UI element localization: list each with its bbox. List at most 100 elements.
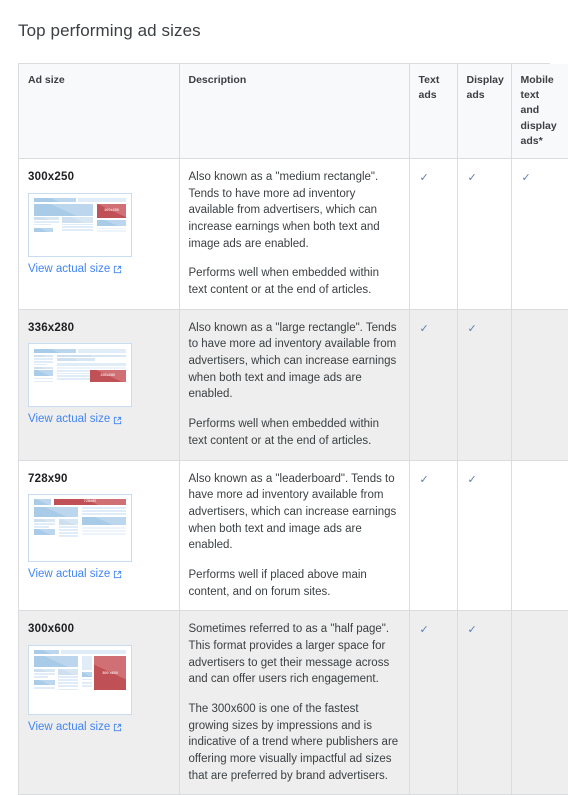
ad-sizes-table-container: Ad size Description Text ads Display ads…: [18, 63, 568, 795]
mock-content-block: [33, 679, 56, 686]
cell-ad-size: 728x90 728x90 View actual size: [19, 459, 180, 612]
mock-content-block: [81, 510, 127, 512]
check-icon: ✓: [419, 172, 429, 185]
description-paragraph: The 300x600 is one of the fastest growin…: [188, 702, 399, 782]
column-header-display-ads: Display ads: [456, 64, 512, 160]
mock-content-block: [81, 513, 127, 515]
ad-size-thumbnail: 300x250: [28, 192, 132, 257]
mock-content-block: [33, 363, 48, 366]
mock-content-block: [33, 223, 52, 226]
cell-mobile-ads: ✓: [510, 158, 568, 310]
mock-content-block: [33, 380, 54, 383]
mock-content-block: [61, 223, 94, 226]
mock-content-block: [56, 354, 127, 358]
view-actual-size-link[interactable]: View actual size: [28, 414, 110, 426]
mock-content-block: [58, 528, 79, 531]
description-paragraph: Also known as a "medium rectangle". Tend…: [188, 171, 380, 250]
ad-slot-highlight: 728x90: [54, 499, 127, 505]
check-icon: ✓: [419, 322, 429, 335]
cell-description: Also known as a "medium rectangle". Tend…: [178, 158, 410, 310]
check-icon: ✓: [419, 624, 429, 637]
mock-content-block: [57, 669, 79, 675]
cell-description: Sometimes referred to as a "half page". …: [178, 610, 410, 795]
mock-content-block: [58, 534, 79, 537]
mock-content-block: [33, 656, 79, 668]
mock-content-block: [33, 650, 59, 655]
external-link-icon: [113, 416, 122, 425]
mock-content-block: [33, 377, 54, 380]
view-actual-size-link[interactable]: View actual size: [28, 263, 110, 276]
mock-content-block: [81, 656, 92, 670]
table-row: 300x600 300 x600 View actual size Sometimes…: [19, 610, 568, 795]
column-header-text-ads: Text ads: [408, 64, 458, 160]
description-paragraph: Performs well when embedded within text …: [188, 418, 379, 447]
mock-content-block: [57, 679, 79, 682]
description-paragraph: Also known as a "leaderboard". Tends to …: [188, 472, 397, 552]
mock-content-block: [33, 204, 94, 216]
external-link-icon: [113, 723, 122, 732]
check-icon: ✓: [467, 172, 477, 185]
mock-content-block: [33, 499, 52, 506]
ad-slot-size-label: 728x90: [83, 499, 97, 504]
mock-content-block: [33, 360, 54, 363]
cell-text-ads: ✓: [408, 610, 458, 795]
table-body: 300x250 300x250 View actual size Also known…: [19, 158, 568, 795]
check-icon: ✓: [419, 473, 429, 486]
check-icon: ✓: [467, 322, 477, 335]
mock-content-block: [33, 227, 54, 233]
cell-text-ads: ✓: [408, 308, 458, 461]
mock-content-block: [56, 375, 94, 378]
mock-content-block: [58, 525, 79, 528]
table-row: 336x280 336x280 View actual size Also known…: [19, 308, 568, 461]
description-paragraph: Also known as a "large rectangle". Tends…: [188, 321, 397, 401]
mock-content-block: [33, 370, 54, 377]
mock-content-block: [58, 531, 79, 534]
external-link-icon: [113, 265, 122, 274]
cell-mobile-ads: [510, 308, 568, 461]
ad-sizes-page: Top performing ad sizes Ad size Descript…: [0, 11, 568, 795]
description-paragraph: Performs well if placed above main conte…: [188, 568, 367, 598]
ad-size-label: 300x250: [28, 171, 75, 184]
cell-display-ads: ✓: [456, 308, 512, 461]
cell-description: Also known as a "large rectangle". Tends…: [178, 308, 410, 461]
mock-content-block: [81, 684, 92, 687]
mock-content-block: [33, 519, 56, 523]
view-actual-size-row: View actual size: [28, 721, 170, 734]
mock-content-block: [81, 532, 127, 535]
mock-content-block: [33, 220, 59, 223]
mock-content-block: [81, 671, 92, 677]
cell-text-ads: ✓: [408, 459, 458, 612]
mock-content-block: [33, 217, 59, 220]
cell-description: Also known as a "leaderboard". Tends to …: [178, 459, 410, 612]
mock-content-block: [57, 688, 79, 691]
page-title: Top performing ad sizes: [18, 21, 201, 41]
mock-content-block: [33, 366, 54, 369]
table-header-row: Ad size Description Text ads Display ads…: [19, 64, 568, 160]
column-header-ad-size: Ad size: [19, 64, 180, 160]
check-icon: ✓: [467, 624, 477, 637]
ad-slot-highlight: 336x280: [89, 369, 127, 383]
cell-mobile-ads: [510, 459, 568, 612]
cell-display-ads: ✓: [456, 610, 512, 795]
mock-content-block: [33, 676, 49, 678]
ad-slot-size-label: 300 x600: [102, 670, 119, 675]
table-row: 300x250 300x250 View actual size Also known…: [19, 158, 568, 310]
mock-content-block: [61, 226, 94, 229]
mock-content-block: [78, 197, 127, 203]
mock-content-block: [78, 348, 127, 354]
mock-content-block: [33, 358, 54, 360]
ad-size-thumbnail: 728x90: [28, 494, 132, 563]
mock-content-block: [33, 522, 56, 525]
mock-content-block: [56, 362, 127, 366]
cell-ad-size: 336x280 336x280 View actual size: [19, 308, 180, 461]
mock-content-block: [33, 686, 56, 689]
mock-content-block: [81, 526, 127, 529]
column-header-mobile-ads: Mobile text and display ads*: [510, 64, 568, 160]
description-paragraph: Performs well when embedded within text …: [188, 267, 379, 297]
mock-content-block: [56, 378, 94, 380]
view-actual-size-link[interactable]: View actual size: [28, 569, 110, 581]
mock-content-block: [33, 525, 50, 528]
thumbnail-mock-page: 300 x600: [32, 649, 128, 711]
view-actual-size-link[interactable]: View actual size: [28, 721, 110, 734]
mock-content-block: [97, 219, 127, 227]
